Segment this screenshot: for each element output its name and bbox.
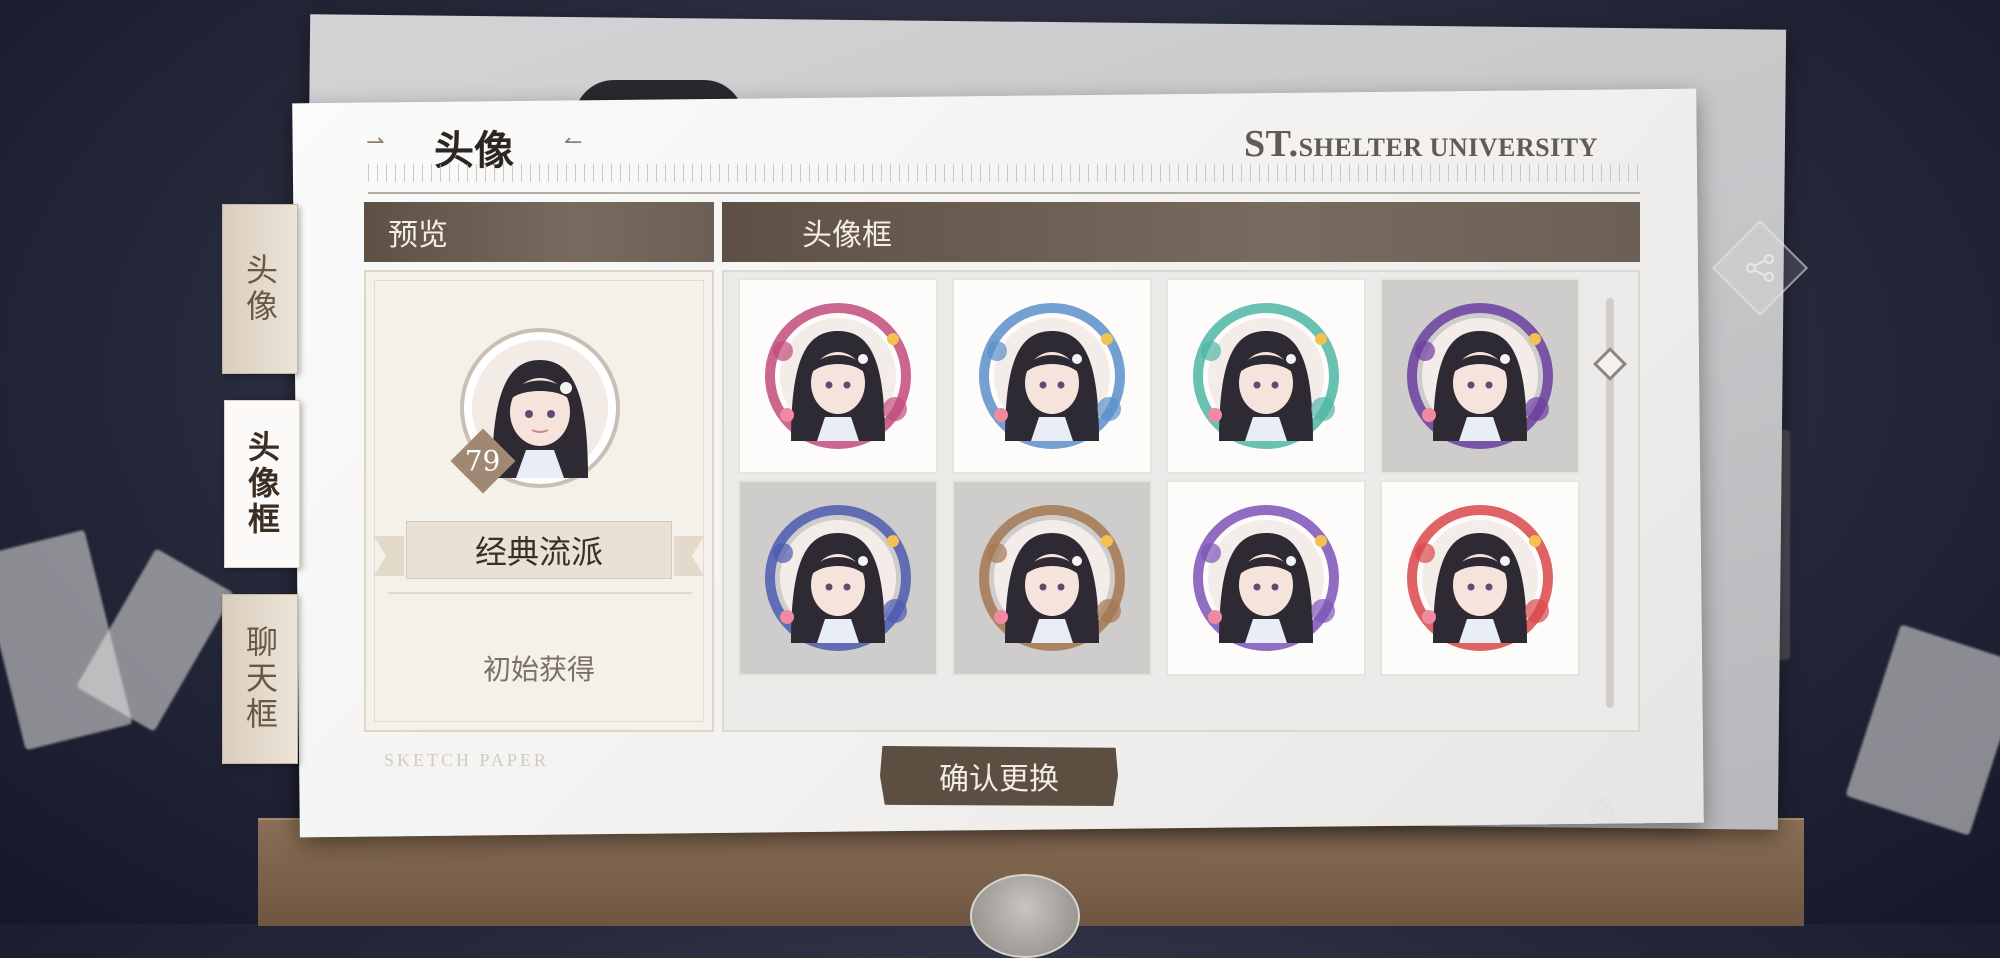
preview-divider: [388, 592, 692, 594]
bg-paper-scrap: [1845, 624, 2000, 836]
red-flower-fan-frame-icon: [1407, 505, 1553, 651]
confirm-change-button[interactable]: 确认更换: [880, 746, 1118, 806]
confirm-change-label: 确认更换: [939, 762, 1059, 797]
arrow-right-icon: ⇀: [366, 130, 385, 155]
frame-item-halloween-frame[interactable]: [1380, 278, 1580, 474]
tab-avatar-frame[interactable]: 头像框: [224, 400, 300, 568]
preview-header: 预览: [364, 202, 714, 262]
frames-header: 头像框: [722, 202, 1640, 262]
ribbon-tail-left: [374, 536, 404, 576]
preview-panel: 79 经典流派 初始获得: [364, 270, 714, 732]
halloween-frame-icon: [1407, 303, 1553, 449]
frame-item-crown-dessert-frame[interactable]: [738, 480, 938, 676]
frame-name-ribbon: 经典流派: [374, 521, 704, 579]
frame-item-sun-popsicle-frame[interactable]: [1166, 278, 1366, 474]
brand-prefix: ST.: [1244, 123, 1299, 165]
preview-header-label: 预览: [388, 218, 448, 253]
frame-item-butterfly-cage-frame[interactable]: [952, 480, 1152, 676]
ruler-ticks: [368, 164, 1640, 194]
brand-name: SHELTER UNIVERSITY: [1298, 133, 1598, 162]
tab-chat-frame-label: 聊天框: [241, 625, 279, 733]
witch-hat-flower-frame-icon: [1193, 505, 1339, 651]
crown-dessert-frame-icon: [765, 505, 911, 651]
frame-source: 初始获得: [482, 653, 595, 686]
sketch-paper-label: SKETCH PAPER: [384, 750, 549, 770]
level-value: 79: [465, 444, 501, 478]
share-icon: [1746, 254, 1774, 282]
ribbon-tail-right: [674, 536, 704, 576]
frame-name: 经典流派: [406, 521, 672, 579]
frame-item-blue-crane-frame[interactable]: [952, 278, 1152, 474]
tab-avatar-frame-label: 头像框: [243, 430, 281, 538]
sun-popsicle-frame-icon: [1193, 303, 1339, 449]
drawer-knob: [970, 874, 1080, 958]
frame-item-red-flower-fan-frame[interactable]: [1380, 480, 1580, 676]
tab-avatar-label: 头像: [241, 253, 279, 325]
arrow-left-icon: ↼: [564, 130, 583, 155]
frame-item-witch-hat-flower-frame[interactable]: [1166, 480, 1366, 676]
tab-chat-frame[interactable]: 聊天框: [222, 594, 298, 764]
ribbon-flower-frame-icon: [765, 303, 911, 449]
butterfly-cage-frame-icon: [979, 505, 1125, 651]
tab-avatar[interactable]: 头像: [222, 204, 298, 374]
blue-crane-frame-icon: [979, 303, 1125, 449]
background-text: 格: [1588, 793, 1617, 826]
frames-header-label: 头像框: [802, 218, 892, 253]
brand-logo: ST.SHELTER UNIVERSITY: [1244, 122, 1598, 166]
ruler-line: [368, 192, 1640, 194]
frame-item-ribbon-flower-frame[interactable]: [738, 278, 938, 474]
